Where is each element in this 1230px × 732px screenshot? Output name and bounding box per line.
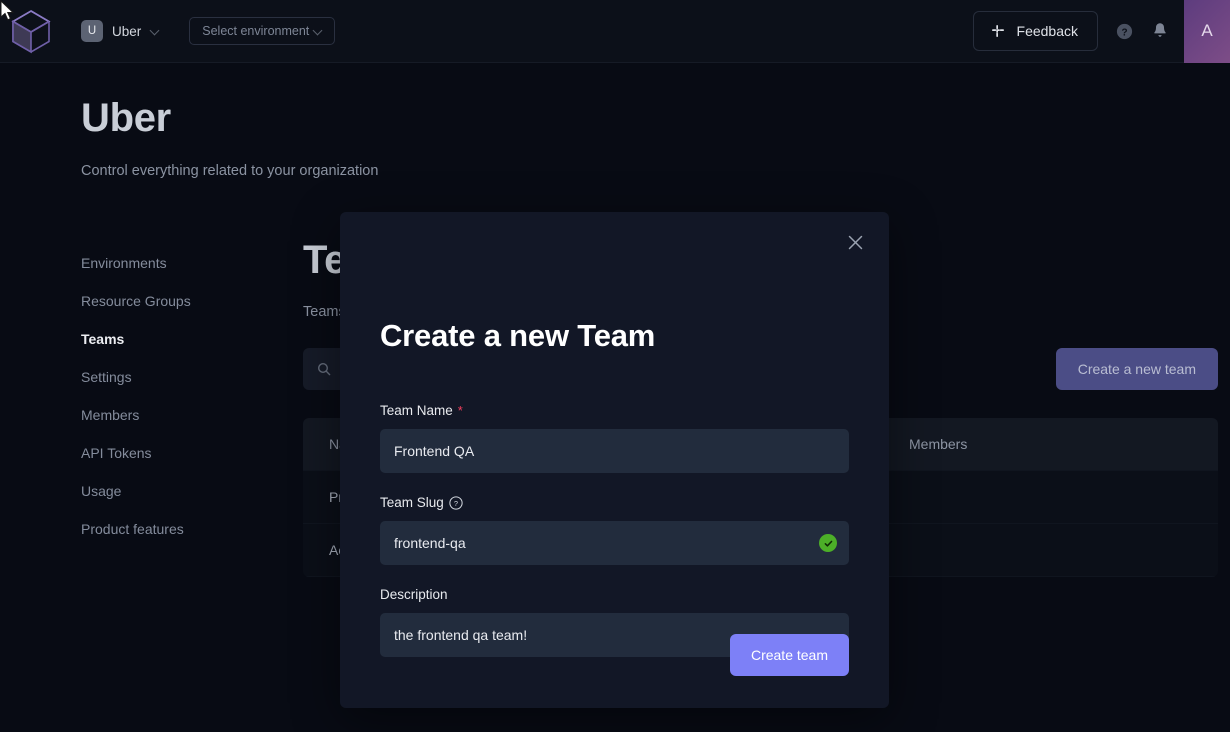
team-slug-label-text: Team Slug xyxy=(380,495,444,510)
help-button[interactable]: ? xyxy=(1106,13,1142,49)
sidebar-navigation: Environments Resource Groups Teams Setti… xyxy=(81,244,271,548)
create-team-submit-label: Create team xyxy=(750,647,828,663)
svg-text:?: ? xyxy=(454,498,458,507)
sidebar-item-label: Product features xyxy=(81,521,184,537)
help-circle-icon: ? xyxy=(1116,23,1132,39)
chevron-down-icon xyxy=(150,26,161,37)
svg-text:?: ? xyxy=(1121,27,1127,38)
search-icon xyxy=(317,362,331,376)
sidebar-item-label: Settings xyxy=(81,369,132,385)
create-team-submit-button[interactable]: Create team xyxy=(729,634,849,676)
cube-logo-icon xyxy=(11,10,51,54)
team-slug-label: Team Slug ? xyxy=(380,495,849,510)
team-name-label: Team Name * xyxy=(380,403,849,418)
help-circle-icon[interactable]: ? xyxy=(449,495,463,510)
close-modal-button[interactable] xyxy=(841,228,869,256)
org-avatar: U xyxy=(81,20,103,42)
sidebar-item-settings[interactable]: Settings xyxy=(81,358,271,396)
sidebar-item-resource-groups[interactable]: Resource Groups xyxy=(81,282,271,320)
modal-title: Create a new Team xyxy=(380,318,656,353)
page-title: Uber xyxy=(81,96,171,140)
page-subtitle: Control everything related to your organ… xyxy=(81,163,379,179)
environment-select-value: Select environment xyxy=(202,24,310,38)
create-a-new-team-label: Create a new team xyxy=(1077,361,1196,377)
sidebar-item-product-features[interactable]: Product features xyxy=(81,510,271,548)
field-team-name: Team Name * Frontend QA xyxy=(380,403,849,473)
bell-icon xyxy=(1154,23,1166,37)
topbar-actions: Feedback ? A xyxy=(972,0,1230,63)
sidebar-item-label: Environments xyxy=(81,255,167,271)
app-root: U Uber Select environment Feedback ? A U… xyxy=(0,0,1230,732)
user-avatar-initial: A xyxy=(1201,21,1213,40)
sidebar-item-label: Resource Groups xyxy=(81,293,191,309)
team-name-input[interactable]: Frontend QA xyxy=(380,429,849,473)
create-team-form: Create a new Team Team Name * Frontend Q… xyxy=(380,318,849,679)
user-avatar[interactable]: A xyxy=(1184,0,1230,63)
sidebar-item-members[interactable]: Members xyxy=(81,396,271,434)
field-team-slug: Team Slug ? frontend-qa xyxy=(380,495,849,565)
top-navigation-bar: U Uber Select environment Feedback ? A xyxy=(0,0,1230,63)
description-label-text: Description xyxy=(380,587,448,602)
team-name-label-text: Team Name xyxy=(380,403,453,418)
required-marker: * xyxy=(457,403,463,418)
feedback-button[interactable]: Feedback xyxy=(972,11,1098,51)
description-label: Description xyxy=(380,587,849,602)
check-icon xyxy=(824,540,832,547)
team-slug-input[interactable]: frontend-qa xyxy=(380,521,849,565)
sidebar-item-teams[interactable]: Teams xyxy=(81,320,271,358)
create-a-new-team-button[interactable]: Create a new team xyxy=(1055,348,1218,390)
sidebar-item-label: API Tokens xyxy=(81,445,152,461)
sidebar-item-label: Members xyxy=(81,407,140,423)
sidebar-item-label: Teams xyxy=(81,331,125,347)
sidebar-item-usage[interactable]: Usage xyxy=(81,472,271,510)
column-header-members: Members xyxy=(909,436,968,452)
close-icon xyxy=(848,235,862,249)
org-switcher[interactable]: U Uber xyxy=(81,20,161,42)
sidebar-item-api-tokens[interactable]: API Tokens xyxy=(81,434,271,472)
team-name-value: Frontend QA xyxy=(394,443,475,459)
environment-select[interactable]: Select environment xyxy=(189,17,336,45)
slug-valid-badge xyxy=(819,534,837,552)
sidebar-item-environments[interactable]: Environments xyxy=(81,244,271,282)
app-logo[interactable] xyxy=(0,0,62,63)
org-name-label: Uber xyxy=(112,23,142,39)
modal-footer: Create team xyxy=(380,634,849,676)
team-slug-value: frontend-qa xyxy=(394,535,466,551)
chevron-down-icon xyxy=(313,26,324,37)
slack-icon xyxy=(991,25,1004,37)
sidebar-item-label: Usage xyxy=(81,483,122,499)
create-team-modal: Create a new Team Team Name * Frontend Q… xyxy=(340,212,889,708)
feedback-button-label: Feedback xyxy=(1016,23,1078,39)
notifications-button[interactable] xyxy=(1142,13,1178,49)
